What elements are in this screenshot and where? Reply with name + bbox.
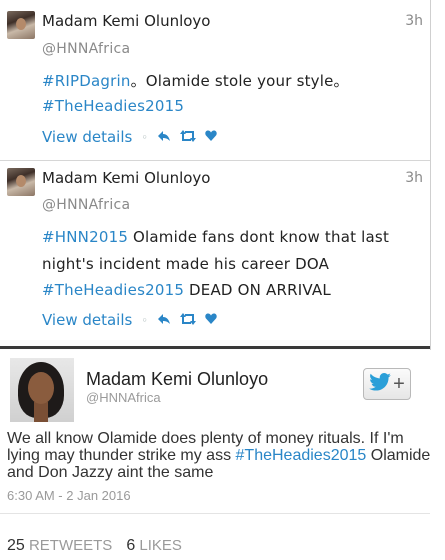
follow-button[interactable]: + xyxy=(363,368,411,400)
timeline-tweet[interactable]: Madam Kemi Olunloyo 3h @HNNAfrica #RIPDa… xyxy=(0,0,430,160)
tweet-text-line: #RIPDagrin。Olamide stole your style。 xyxy=(42,70,349,91)
retweet-icon[interactable] xyxy=(179,129,196,145)
embed-avatar[interactable] xyxy=(10,358,74,422)
author-name[interactable]: Madam Kemi Olunloyo xyxy=(42,12,210,30)
separator-dot: ◦ xyxy=(141,130,148,144)
follow-plus: + xyxy=(393,373,405,395)
tweet-time: 3h xyxy=(405,170,423,186)
embed-author-name[interactable]: Madam Kemi Olunloyo xyxy=(86,369,268,390)
tweet-actions: View details ◦ xyxy=(42,128,217,146)
retweets-stat[interactable]: 25 RETWEETS xyxy=(7,537,112,554)
tweet-text: 。Olamide stole your style。 xyxy=(130,72,349,90)
like-heart-icon[interactable] xyxy=(205,130,217,144)
likes-label: LIKES xyxy=(135,537,182,554)
separator-dot: ◦ xyxy=(141,313,148,327)
tweet-text: DEAD ON ARRIVAL xyxy=(184,281,331,299)
hashtag-link[interactable]: #RIPDagrin xyxy=(42,72,131,90)
tweet-text-line: night's incident made his career DOA xyxy=(42,255,330,273)
tweet-stats: 25 RETWEETS 6 LIKES xyxy=(7,537,182,555)
hashtag-link[interactable]: #TheHeadies2015 xyxy=(236,447,367,464)
author-handle: @HNNAfrica xyxy=(42,41,131,57)
avatar[interactable] xyxy=(7,168,35,196)
hashtag-link[interactable]: #TheHeadies2015 xyxy=(42,97,184,115)
twitter-bird-icon xyxy=(369,373,391,395)
tweet-actions: View details ◦ xyxy=(42,311,217,329)
reply-icon[interactable] xyxy=(157,130,171,145)
section-divider xyxy=(0,346,430,349)
likes-stat[interactable]: 6 LIKES xyxy=(126,537,182,554)
hashtag-link[interactable]: #TheHeadies2015 xyxy=(42,281,184,299)
retweets-count: 25 xyxy=(7,537,25,554)
stats-divider xyxy=(0,513,430,514)
like-heart-icon[interactable] xyxy=(205,313,217,327)
view-details-link[interactable]: View details xyxy=(42,128,132,146)
tweet-timestamp[interactable]: 6:30 AM - 2 Jan 2016 xyxy=(7,488,131,503)
embed-author-handle[interactable]: @HNNAfrica xyxy=(86,390,161,405)
avatar[interactable] xyxy=(7,11,35,39)
view-details-link[interactable]: View details xyxy=(42,311,132,329)
hashtag-link[interactable]: #HNN2015 xyxy=(42,228,128,246)
tweet-text-line: #TheHeadies2015 xyxy=(42,97,184,115)
author-handle: @HNNAfrica xyxy=(42,197,131,213)
reply-icon[interactable] xyxy=(157,313,171,328)
tweet-text-line: #TheHeadies2015 DEAD ON ARRIVAL xyxy=(42,281,331,299)
embed-tweet-text: We all know Olamide does plenty of money… xyxy=(7,430,432,481)
tweet-text: Olamide fans dont know that last xyxy=(128,228,390,246)
likes-count: 6 xyxy=(126,537,136,554)
timeline-tweet[interactable]: Madam Kemi Olunloyo 3h @HNNAfrica #HNN20… xyxy=(0,160,430,346)
retweet-icon[interactable] xyxy=(179,312,196,328)
tweet-time: 3h xyxy=(405,13,423,29)
author-name[interactable]: Madam Kemi Olunloyo xyxy=(42,169,210,187)
retweets-label: RETWEETS xyxy=(24,537,113,554)
tweet-text-line: #HNN2015 Olamide fans dont know that las… xyxy=(42,228,389,246)
